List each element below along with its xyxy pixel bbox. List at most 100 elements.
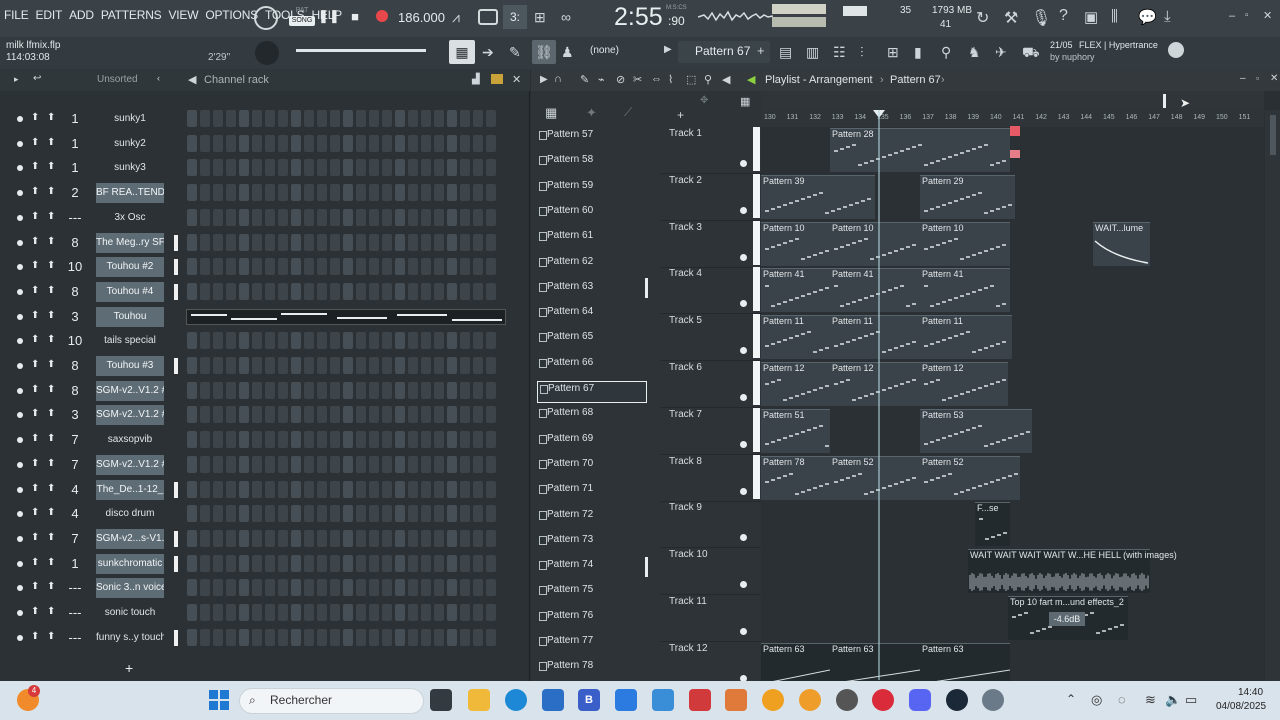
step-button[interactable] — [382, 604, 392, 621]
step-button[interactable] — [434, 579, 444, 597]
step-button[interactable] — [304, 554, 314, 572]
channel-row[interactable]: ⬆ ⬆ 1 sunkchromatic — [0, 552, 530, 576]
settings-gear-icon[interactable] — [982, 689, 1004, 711]
security-app-icon[interactable] — [689, 689, 711, 711]
selection-marker[interactable] — [174, 629, 178, 646]
volume-knob[interactable]: ⬆ — [47, 112, 55, 124]
step-button[interactable] — [434, 628, 444, 646]
channel-led[interactable] — [17, 313, 23, 320]
step-button[interactable] — [447, 529, 457, 547]
step-button[interactable] — [369, 357, 379, 374]
track-name[interactable]: Track 3 — [669, 222, 702, 233]
battery-icon[interactable]: ▭ — [1185, 692, 1197, 708]
step-sequencer[interactable] — [187, 134, 496, 152]
step-button[interactable] — [291, 332, 301, 350]
pattern-list-item[interactable]: Pattern 58 — [537, 153, 647, 175]
pan-knob[interactable]: ⬆ — [31, 112, 39, 124]
step-button[interactable] — [486, 381, 496, 399]
step-button[interactable] — [408, 480, 418, 498]
pattern-list-item[interactable]: Pattern 60 — [537, 204, 647, 226]
step-button[interactable] — [421, 110, 431, 127]
channel-row[interactable]: ⬆ ⬆ 7 saxsopvib — [0, 428, 530, 452]
step-button[interactable] — [226, 604, 236, 621]
channel-name-button[interactable]: disco drum — [96, 504, 164, 524]
step-button[interactable] — [434, 282, 444, 300]
step-button[interactable] — [226, 332, 236, 350]
menu-edit[interactable]: EDIT — [36, 8, 63, 22]
stop-button[interactable]: ■ — [347, 9, 363, 27]
pan-knob[interactable]: ⬆ — [31, 310, 39, 322]
step-button[interactable] — [291, 134, 301, 152]
step-button[interactable] — [291, 110, 301, 127]
step-button[interactable] — [304, 628, 314, 646]
step-button[interactable] — [330, 431, 340, 449]
channel-row[interactable]: ⬆ ⬆ 4 disco drum — [0, 502, 530, 526]
step-button[interactable] — [200, 110, 210, 127]
step-button[interactable] — [473, 480, 483, 498]
step-button[interactable] — [434, 332, 444, 350]
step-button[interactable] — [460, 332, 470, 350]
pan-knob[interactable]: ⬆ — [31, 137, 39, 149]
pan-knob[interactable]: ⬆ — [31, 532, 39, 544]
step-button[interactable] — [265, 208, 275, 226]
step-button[interactable] — [187, 431, 197, 449]
playback-tool-icon[interactable]: ◀ — [722, 73, 730, 86]
step-button[interactable] — [369, 554, 379, 572]
step-button[interactable] — [304, 233, 314, 251]
magnet-icon[interactable]: ∩ — [554, 73, 562, 85]
step-button[interactable] — [486, 258, 496, 276]
step-button[interactable] — [408, 554, 418, 572]
step-button[interactable] — [252, 332, 262, 350]
step-button[interactable] — [213, 110, 223, 127]
step-button[interactable] — [252, 357, 262, 374]
arrangement-clip[interactable]: Pattern 11 — [830, 315, 920, 360]
mixer-track-number[interactable]: 8 — [62, 383, 88, 398]
step-button[interactable] — [330, 208, 340, 226]
step-button[interactable] — [330, 579, 340, 597]
step-button[interactable] — [369, 579, 379, 597]
step-button[interactable] — [213, 258, 223, 276]
step-button[interactable] — [200, 628, 210, 646]
step-button[interactable] — [200, 208, 210, 226]
track-mute-led[interactable] — [740, 440, 747, 448]
download-icon[interactable]: ⤓ — [1164, 8, 1171, 25]
step-button[interactable] — [265, 455, 275, 473]
step-button[interactable] — [278, 282, 288, 300]
step-button[interactable] — [369, 233, 379, 251]
step-button[interactable] — [434, 431, 444, 449]
step-button[interactable] — [200, 604, 210, 621]
step-button[interactable] — [460, 381, 470, 399]
pan-knob[interactable]: ⬆ — [31, 236, 39, 248]
pattern-list-item[interactable]: Pattern 70 — [537, 457, 647, 479]
step-button[interactable] — [343, 505, 353, 523]
step-sequencer[interactable] — [187, 381, 496, 399]
add-pattern-icon[interactable]: + — [757, 43, 765, 58]
step-button[interactable] — [304, 332, 314, 350]
channel-name-button[interactable]: The Meg..ry SF2 — [96, 232, 164, 253]
step-button[interactable] — [278, 604, 288, 621]
step-button[interactable] — [291, 480, 301, 498]
step-button[interactable] — [200, 579, 210, 597]
channel-row[interactable]: ⬆ ⬆ --- Sonic 3..n voices — [0, 576, 530, 600]
step-button[interactable] — [265, 579, 275, 597]
step-button[interactable] — [356, 406, 366, 424]
channel-led[interactable] — [17, 560, 23, 567]
step-button[interactable] — [473, 431, 483, 449]
pattern-list-item[interactable]: Pattern 69 — [537, 432, 647, 454]
minimize-icon[interactable]: – — [1229, 10, 1235, 22]
step-button[interactable] — [460, 159, 470, 177]
step-button[interactable] — [460, 455, 470, 473]
step-button[interactable] — [447, 208, 457, 226]
step-button[interactable] — [434, 184, 444, 202]
step-button[interactable] — [187, 282, 197, 300]
channel-row[interactable]: ⬆ ⬆ 8 Touhou #4 — [0, 280, 530, 304]
volume-knob[interactable]: ⬆ — [47, 433, 55, 445]
channel-row[interactable]: ⬆ ⬆ --- sonic touch — [0, 601, 530, 625]
step-button[interactable] — [278, 431, 288, 449]
track-mute-led[interactable] — [740, 394, 747, 401]
channel-led[interactable] — [17, 634, 23, 641]
playlist-maximize-icon[interactable]: ▫ — [1256, 73, 1259, 83]
arrangement-clip[interactable]: Pattern 10 — [761, 221, 830, 266]
step-button[interactable] — [434, 208, 444, 226]
step-button[interactable] — [395, 184, 405, 202]
